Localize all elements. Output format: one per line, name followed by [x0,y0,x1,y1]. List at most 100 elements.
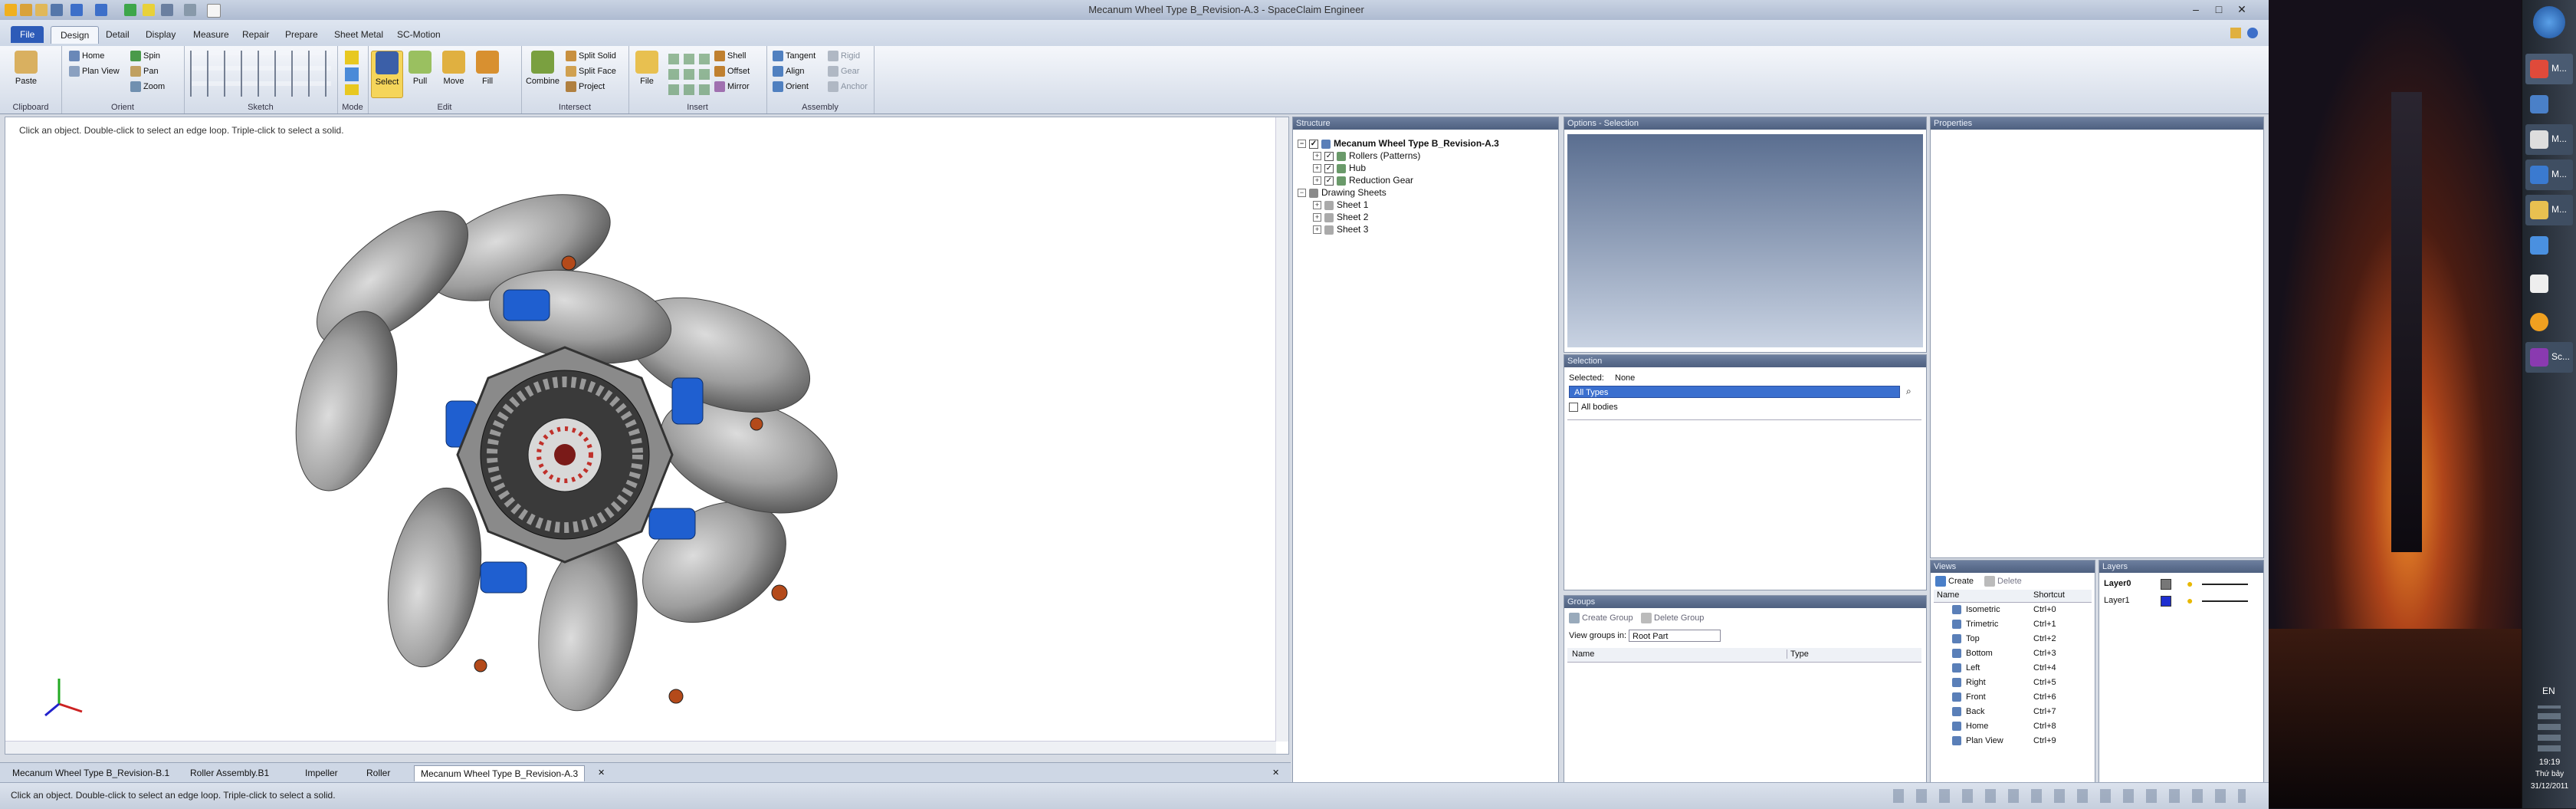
viewport-horizontal-scrollbar[interactable] [5,741,1276,754]
search-icon[interactable]: ⌕ [1906,386,1911,397]
doc-tab[interactable]: Roller Assembly.B1 [184,765,275,781]
taskbar-item[interactable]: M... [2525,195,2573,225]
view-groups-dropdown[interactable]: Root Part [1629,630,1721,642]
tab-detail[interactable]: Detail [97,26,139,43]
shell-button[interactable]: Shell [714,51,746,61]
layer-row[interactable]: Layer0 ● [2102,577,2260,591]
tab-design[interactable]: Design [51,26,100,44]
plan-view-button[interactable]: Plan View [69,66,120,77]
list-item[interactable]: Front Ctrl+6 [1934,691,2092,705]
pan-button[interactable]: Pan [130,66,159,77]
home-button[interactable]: Home [69,51,104,61]
tree-item-drawing-sheets[interactable]: − Drawing Sheets [1298,186,1386,199]
tab-measure[interactable]: Measure [184,26,238,43]
col-name[interactable]: Name [1937,590,1959,600]
expand-icon[interactable]: + [1313,152,1321,161]
collapse-icon[interactable]: − [1298,189,1306,198]
insert-primitives-icon[interactable] [668,51,711,95]
layer-color-swatch[interactable] [2161,596,2171,607]
tab-file[interactable]: File [11,26,44,43]
close-button[interactable]: ✕ [2230,2,2253,16]
tree-item[interactable]: + ✓ Reduction Gear [1313,174,1413,186]
line-style-icon[interactable] [2202,600,2248,602]
col-name[interactable]: Name [1572,650,1594,659]
tab-repair[interactable]: Repair [233,26,278,43]
help-icon[interactable] [2247,28,2258,38]
lightbulb-icon[interactable]: ● [2187,577,2193,590]
doc-tab[interactable]: Mecanum Wheel Type B_Revision-B.1 [6,765,176,781]
pull-button[interactable]: Pull [405,51,435,97]
all-bodies-option[interactable]: All bodies [1569,403,1618,413]
doc-tab-close-icon[interactable]: ✕ [598,768,605,778]
orient-button[interactable]: Orient [773,81,809,92]
list-item[interactable]: Back Ctrl+7 [1934,705,2092,719]
undo-icon[interactable] [71,4,83,16]
visibility-checkbox[interactable]: ✓ [1309,139,1318,149]
save-icon[interactable] [51,4,63,16]
expand-icon[interactable]: + [1313,164,1321,173]
insert-file-button[interactable]: File [632,51,662,97]
layer-row[interactable]: Layer1 ● [2102,594,2260,608]
clock-time[interactable]: 19:19 [2522,758,2576,767]
expand-icon[interactable]: + [1313,201,1321,210]
quick-access-dropdown-icon[interactable] [184,4,196,16]
list-item[interactable]: Plan View Ctrl+9 [1934,735,2092,748]
doc-tab[interactable]: Roller [360,765,396,781]
maximize-button[interactable]: □ [2207,2,2230,16]
col-shortcut[interactable]: Shortcut [2033,590,2065,600]
anchor-button[interactable]: Anchor [828,81,868,92]
offset-button[interactable]: Offset [714,66,750,77]
taskbar-item[interactable] [2525,230,2573,261]
status-tools-icon[interactable] [1893,789,2246,803]
taskbar-item[interactable] [2525,307,2573,337]
taskbar-item[interactable] [2525,89,2573,120]
create-group-button[interactable]: Create Group [1569,613,1633,623]
expand-icon[interactable]: + [1313,225,1321,235]
list-item[interactable]: Left Ctrl+4 [1934,662,2092,676]
section-mode-icon[interactable] [345,67,359,81]
tree-item[interactable]: + ✓ Hub [1313,162,1366,174]
tray-icons[interactable] [2538,705,2561,751]
all-bodies-checkbox[interactable] [1569,403,1578,413]
ribbon-minimize-icon[interactable] [2230,28,2241,38]
doc-tab[interactable]: Impeller [299,765,344,781]
expand-icon[interactable]: + [1313,213,1321,222]
split-face-button[interactable]: Split Face [566,66,616,77]
toolbar-icon[interactable] [124,4,136,16]
tree-item-sheet[interactable]: + Sheet 3 [1313,223,1368,235]
taskbar-item[interactable] [2525,268,2573,299]
tab-prepare[interactable]: Prepare [276,26,327,43]
app-logo-icon[interactable] [5,4,17,16]
sketch-tools-icon[interactable] [190,51,331,97]
project-button[interactable]: Project [566,81,605,92]
delete-view-button[interactable]: Delete [1984,576,2022,587]
spin-button[interactable]: Spin [130,51,160,61]
list-item[interactable]: Trimetric Ctrl+1 [1934,618,2092,632]
list-item[interactable]: Isometric Ctrl+0 [1934,603,2092,617]
new-file-icon[interactable] [20,4,32,16]
tangent-button[interactable]: Tangent [773,51,815,61]
viewport-vertical-scrollbar[interactable] [1275,117,1288,742]
visibility-checkbox[interactable]: ✓ [1324,176,1334,186]
taskbar-item[interactable]: M... [2525,124,2573,155]
zoom-button[interactable]: Zoom [130,81,165,92]
fill-button[interactable]: Fill [472,51,503,97]
layer-color-swatch[interactable] [2161,579,2171,590]
tree-item-root[interactable]: − ✓ Mecanum Wheel Type B_Revision-A.3 [1298,137,1499,150]
move-button[interactable]: Move [438,51,469,97]
tree-item-sheet[interactable]: + Sheet 1 [1313,199,1368,211]
select-button[interactable]: Select [371,51,403,98]
tree-item-sheet[interactable]: + Sheet 2 [1313,211,1368,223]
3d-mode-icon[interactable] [345,84,359,95]
gear-button[interactable]: Gear [828,66,859,77]
col-type[interactable]: Type [1787,650,1809,659]
mecanum-wheel-model[interactable] [258,148,871,731]
sketch-mode-icon[interactable] [345,51,359,64]
language-indicator[interactable]: EN [2542,686,2555,696]
taskbar-item[interactable]: Sc... [2525,342,2573,373]
minimize-button[interactable]: – [2184,2,2207,16]
design-viewport[interactable]: Click an object. Double-click to select … [5,117,1289,755]
tab-sc-motion[interactable]: SC-Motion [388,26,450,43]
list-item[interactable]: Home Ctrl+8 [1934,720,2092,734]
open-icon[interactable] [35,4,48,16]
